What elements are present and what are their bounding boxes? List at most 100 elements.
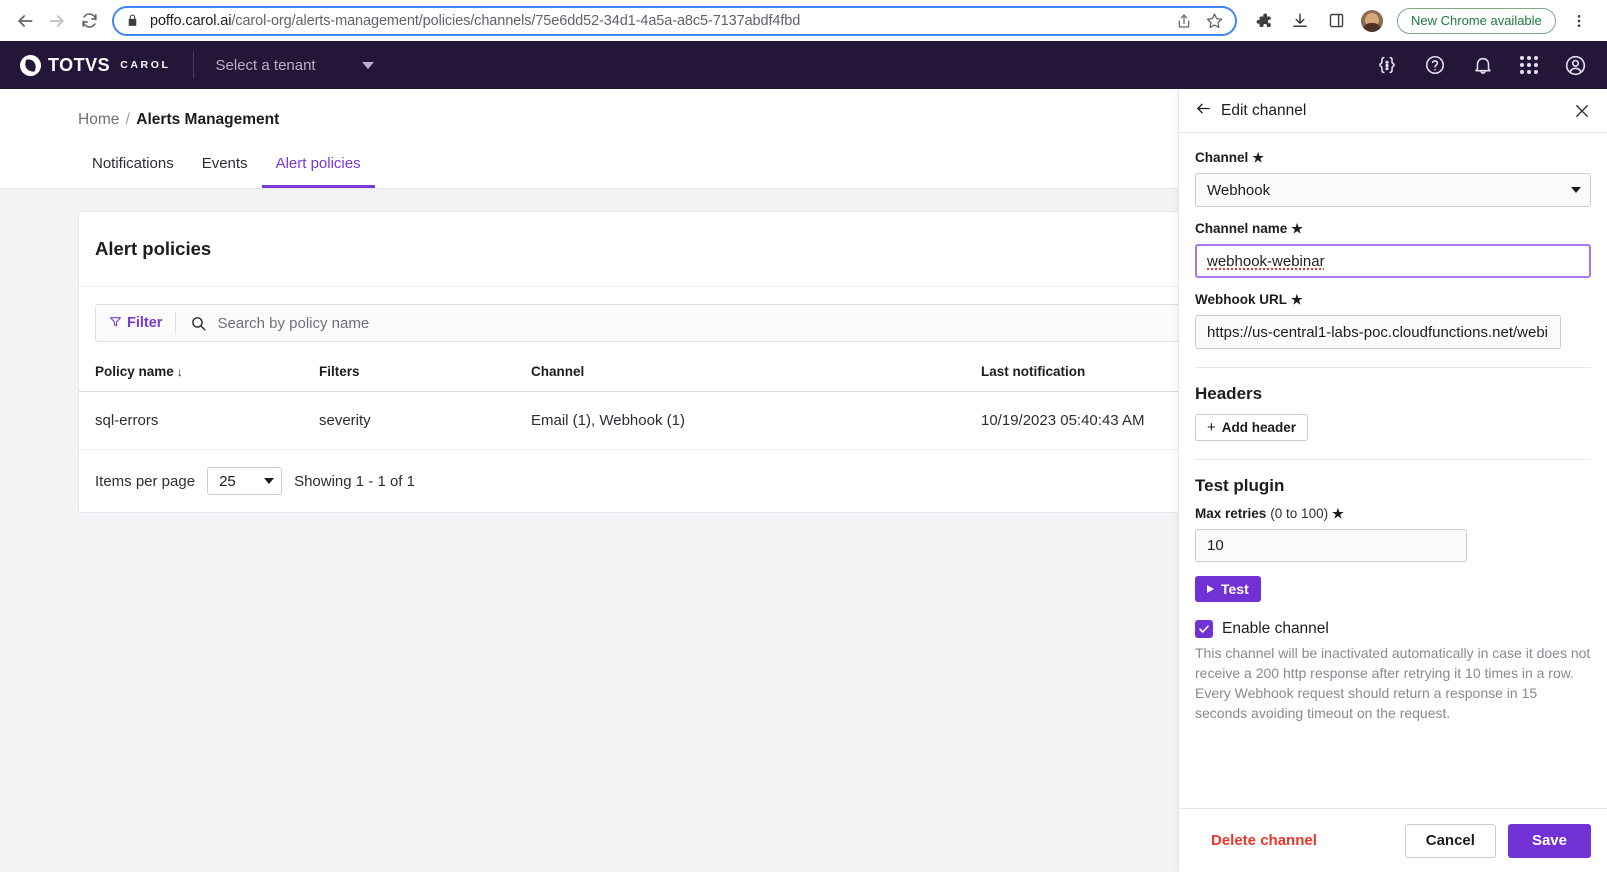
- back-arrow-icon: [15, 11, 35, 31]
- filter-button[interactable]: Filter: [96, 315, 175, 332]
- side-panel-icon[interactable]: [1325, 10, 1347, 32]
- tab-notifications[interactable]: Notifications: [78, 155, 188, 188]
- drawer-title: Edit channel: [1221, 101, 1307, 119]
- test-plugin-section: Test plugin Max retries (0 to 100) ★ 10 …: [1195, 476, 1591, 602]
- max-retries-label-text: Max retries: [1195, 506, 1267, 521]
- forward-button[interactable]: [42, 6, 72, 36]
- pagination-bar: Items per page 25 Showing 1 - 1 of 1: [79, 450, 1330, 512]
- address-bar[interactable]: poffo.carol.ai/carol-org/alerts-manageme…: [112, 5, 1237, 36]
- chevron-down-icon: [361, 61, 374, 69]
- tab-events[interactable]: Events: [188, 155, 262, 188]
- play-icon: [1207, 585, 1214, 593]
- channel-field: Channel ★ Webhook: [1195, 150, 1591, 207]
- chevron-down-icon: [264, 478, 275, 484]
- enable-channel-help-text: This channel will be inactivated automat…: [1195, 645, 1591, 721]
- items-per-page-value: 25: [219, 472, 236, 490]
- help-icon[interactable]: [1424, 54, 1446, 76]
- alert-policies-card: Alert policies Filter Search by policy n…: [78, 211, 1331, 513]
- section-divider: [1195, 459, 1591, 460]
- webhook-url-field-label: Webhook URL ★: [1195, 292, 1591, 308]
- page-title: Alerts Management: [136, 111, 280, 128]
- channel-name-label-text: Channel name: [1195, 221, 1288, 236]
- max-retries-input[interactable]: 10: [1195, 529, 1467, 562]
- max-retries-value: 10: [1207, 537, 1224, 554]
- plus-icon: +: [1207, 419, 1216, 436]
- webhook-url-value: https://us-central1-labs-poc.cloudfuncti…: [1207, 323, 1549, 341]
- channel-field-label: Channel ★: [1195, 150, 1591, 166]
- lock-icon: [126, 14, 139, 27]
- drawer-header: Edit channel: [1179, 89, 1607, 133]
- required-marker: ★: [1332, 506, 1344, 521]
- new-chrome-label: New Chrome available: [1411, 13, 1542, 28]
- search-input[interactable]: [217, 305, 1313, 341]
- browser-toolbar: poffo.carol.ai/carol-org/alerts-manageme…: [0, 0, 1607, 41]
- enable-channel-checkbox[interactable]: [1195, 620, 1213, 638]
- profile-avatar[interactable]: [1361, 9, 1383, 32]
- column-header-channel[interactable]: Channel: [531, 364, 981, 392]
- items-per-page-label: Items per page: [95, 472, 196, 490]
- share-icon[interactable]: [1176, 13, 1192, 29]
- drawer-back-button[interactable]: Edit channel: [1195, 100, 1306, 122]
- puzzle-icon[interactable]: [1253, 10, 1275, 32]
- required-marker: ★: [1252, 150, 1264, 165]
- webhook-url-input[interactable]: https://us-central1-labs-poc.cloudfuncti…: [1195, 315, 1561, 349]
- tenant-selector[interactable]: Select a tenant: [216, 57, 374, 74]
- app-top-navigation: TOTVS CAROL Select a tenant: [0, 41, 1607, 89]
- delete-channel-button[interactable]: Delete channel: [1195, 832, 1317, 849]
- enable-channel-row[interactable]: Enable channel: [1195, 620, 1591, 638]
- totvs-logo-icon: [20, 54, 41, 76]
- url-host: poffo.carol.ai: [150, 12, 232, 29]
- tenant-selector-label: Select a tenant: [215, 56, 316, 74]
- enable-channel-label: Enable channel: [1222, 620, 1329, 637]
- back-button[interactable]: [10, 6, 40, 36]
- sort-arrow-icon: ↓: [176, 365, 183, 379]
- totvs-carol-logo[interactable]: TOTVS CAROL: [20, 54, 171, 76]
- headers-section: Headers + Add header: [1195, 384, 1591, 441]
- policies-table: Policy name ↓ Filters Channel Last notifi…: [79, 364, 1330, 450]
- code-braces-icon[interactable]: [1376, 54, 1398, 76]
- url-text: poffo.carol.ai/carol-org/alerts-manageme…: [150, 13, 1162, 29]
- page-container: Home / Alerts Management Notifications E…: [0, 89, 1607, 872]
- cancel-button[interactable]: Cancel: [1404, 823, 1496, 858]
- user-account-icon[interactable]: [1564, 54, 1587, 77]
- add-header-button[interactable]: + Add header: [1195, 414, 1309, 441]
- column-header-filters[interactable]: Filters: [319, 364, 531, 392]
- edit-channel-drawer: Edit channel Channel ★ Webhook Channel n…: [1178, 89, 1607, 872]
- reload-icon: [80, 11, 99, 30]
- close-icon[interactable]: [1573, 102, 1591, 120]
- brand-name: TOTVS: [48, 54, 111, 75]
- channel-name-input[interactable]: webhook-webinar: [1195, 244, 1591, 278]
- cell-policy-name: sql-errors: [79, 391, 319, 450]
- channel-select[interactable]: Webhook: [1195, 173, 1591, 207]
- channel-name-field: Channel name ★ webhook-webinar: [1195, 221, 1591, 278]
- apps-grid-icon[interactable]: [1520, 56, 1538, 74]
- showing-range-label: Showing 1 - 1 of 1: [294, 472, 415, 490]
- star-icon[interactable]: [1206, 12, 1223, 29]
- brand-sub-name: CAROL: [120, 59, 171, 71]
- drawer-footer: Delete channel Cancel Save: [1179, 808, 1607, 872]
- channel-label-text: Channel: [1195, 150, 1249, 165]
- new-chrome-available-chip[interactable]: New Chrome available: [1397, 7, 1556, 34]
- column-header-policy-name[interactable]: Policy name ↓: [79, 364, 319, 392]
- test-plugin-section-title: Test plugin: [1195, 476, 1285, 495]
- breadcrumb-home[interactable]: Home: [78, 111, 119, 128]
- items-per-page-select[interactable]: 25: [207, 467, 283, 495]
- max-retries-field-label: Max retries (0 to 100) ★: [1195, 506, 1591, 522]
- test-button[interactable]: Test: [1195, 576, 1261, 602]
- save-button[interactable]: Save: [1507, 823, 1591, 858]
- breadcrumb-separator: /: [125, 111, 130, 128]
- channel-select-value: Webhook: [1207, 181, 1271, 199]
- download-icon[interactable]: [1289, 10, 1311, 32]
- three-dot-menu-icon[interactable]: [1570, 13, 1588, 29]
- search-icon: [190, 315, 207, 332]
- table-header-row: Policy name ↓ Filters Channel Last notifi…: [79, 364, 1330, 392]
- table-row[interactable]: sql-errors severity Email (1), Webhook (…: [79, 391, 1330, 450]
- section-divider: [1195, 367, 1591, 368]
- back-arrow-icon: [1195, 100, 1212, 122]
- card-title: Alert policies: [79, 212, 1330, 287]
- tab-alert-policies[interactable]: Alert policies: [261, 155, 375, 188]
- reload-button[interactable]: [74, 6, 104, 36]
- notifications-bell-icon[interactable]: [1472, 54, 1494, 76]
- cell-channel: Email (1), Webhook (1): [531, 391, 981, 450]
- max-retries-hint: (0 to 100): [1270, 506, 1329, 521]
